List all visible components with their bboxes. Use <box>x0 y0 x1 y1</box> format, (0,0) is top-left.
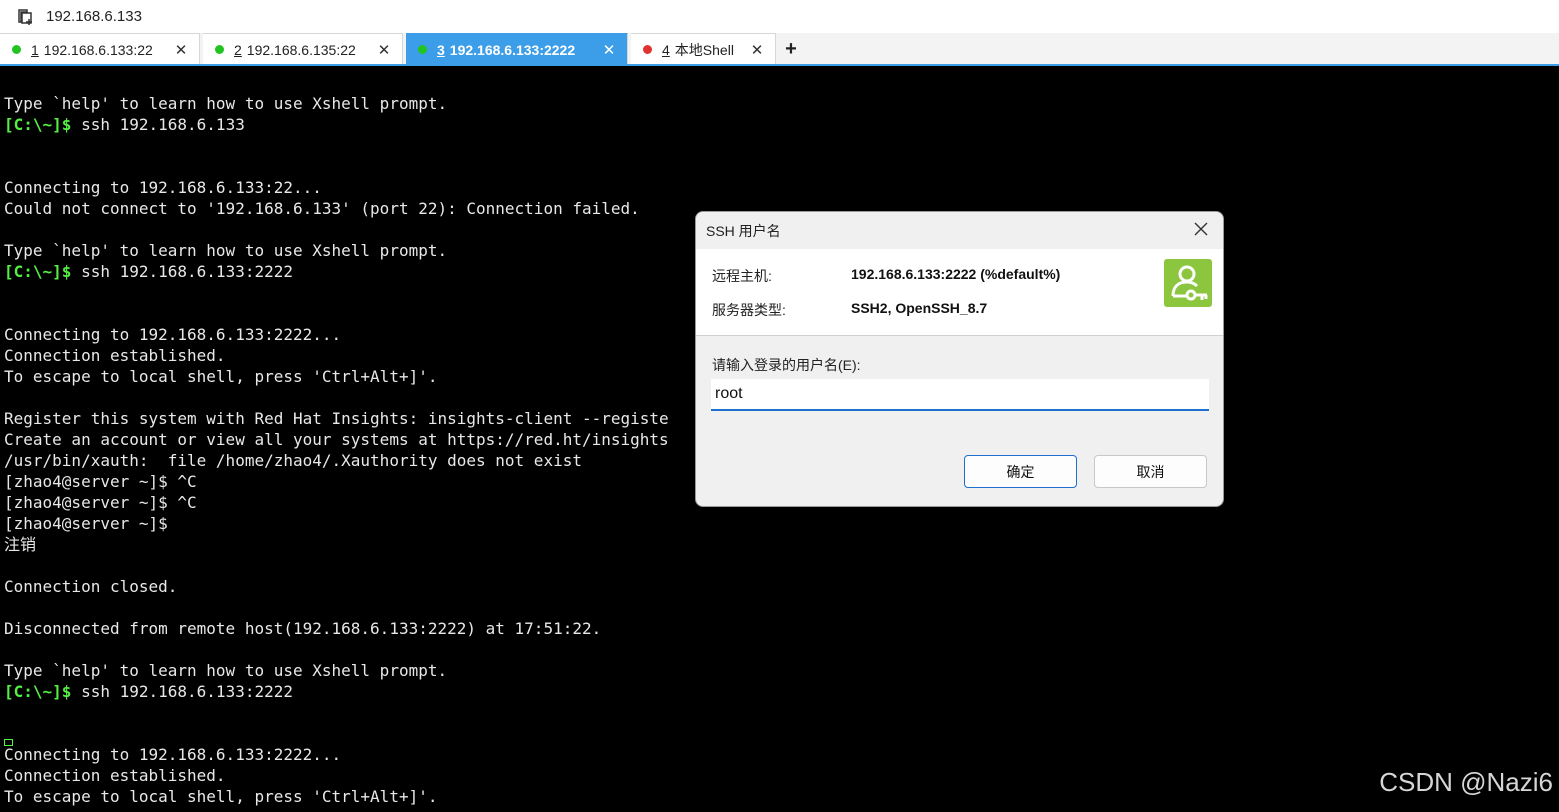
terminal-line: Connecting to 192.168.6.133:2222... <box>4 324 341 345</box>
terminal-line-text: ssh 192.168.6.133 <box>71 115 245 134</box>
terminal-line-text: Type `help' to learn how to use Xshell p… <box>4 661 448 680</box>
terminal-line-text: Register this system with Red Hat Insigh… <box>4 409 669 428</box>
dialog-title: SSH 用户名 <box>706 223 781 239</box>
terminal-line-text: Connection established. <box>4 766 226 785</box>
remote-host-value: 192.168.6.133:2222 (%default%) <box>851 266 1061 282</box>
terminal-line: [zhao4@server ~]$ ^C <box>4 471 197 492</box>
cancel-button[interactable]: 取消 <box>1094 455 1207 488</box>
terminal-line: Connection established. <box>4 765 226 786</box>
terminal-line-text: 注销 <box>4 535 37 554</box>
user-key-icon <box>1164 259 1212 307</box>
terminal-line: Type `help' to learn how to use Xshell p… <box>4 240 447 261</box>
terminal-line-text: Connection established. <box>4 346 226 365</box>
terminal-line: Register this system with Red Hat Insigh… <box>4 408 669 429</box>
connection-info-panel: 远程主机: 192.168.6.133:2222 (%default%) 服务器… <box>696 249 1223 336</box>
terminal-line-text: [zhao4@server ~]$ ^C <box>4 493 197 512</box>
username-input[interactable] <box>711 379 1209 411</box>
terminal-line: Disconnected from remote host(192.168.6.… <box>4 618 601 639</box>
connected-status-icon <box>418 45 427 54</box>
terminal-line-text: Connecting to 192.168.6.133:2222... <box>4 325 342 344</box>
terminal-line: [C:\~]$ ssh 192.168.6.133:2222 <box>4 261 293 282</box>
terminal-line-text: Disconnected from remote host(192.168.6.… <box>4 619 602 638</box>
terminal-line: Connection closed. <box>4 576 177 597</box>
terminal-line: Could not connect to '192.168.6.133' (po… <box>4 198 640 219</box>
shell-prompt: [C:\~]$ <box>4 115 72 134</box>
terminal-line-text: [zhao4@server ~]$ <box>4 514 168 533</box>
terminal-line-text: Create an account or view all your syste… <box>4 430 669 449</box>
new-session-icon[interactable] <box>16 8 34 26</box>
address-text[interactable]: 192.168.6.133 <box>46 8 142 25</box>
disconnected-status-icon <box>643 45 652 54</box>
terminal-line-text: /usr/bin/xauth: file /home/zhao4/.Xautho… <box>4 451 582 470</box>
terminal-line-text: To escape to local shell, press 'Ctrl+Al… <box>4 787 438 806</box>
address-bar: 192.168.6.133 <box>0 0 1559 33</box>
terminal-line-text: Could not connect to '192.168.6.133' (po… <box>4 199 640 218</box>
ssh-username-dialog: SSH 用户名 远程主机: 192.168.6.133:2222 (%defau… <box>695 211 1224 507</box>
terminal-line: To escape to local shell, press 'Ctrl+Al… <box>4 786 437 807</box>
terminal-line-text: [zhao4@server ~]$ ^C <box>4 472 197 491</box>
terminal-line: Connecting to 192.168.6.133:22... <box>4 177 322 198</box>
watermark: CSDN @Nazi6 <box>1379 767 1553 797</box>
shell-prompt: [C:\~]$ <box>4 262 72 281</box>
ok-button[interactable]: 确定 <box>964 455 1077 488</box>
tab-session-1[interactable]: 1 192.168.6.133:22 ✕ <box>0 33 200 65</box>
terminal-line-text: Connecting to 192.168.6.133:2222... <box>4 745 342 764</box>
tab-session-3-active[interactable]: 3 192.168.6.133:2222 ✕ <box>406 33 628 65</box>
remote-host-label: 远程主机: <box>712 268 772 284</box>
terminal-line-text: Connecting to 192.168.6.133:22... <box>4 178 322 197</box>
server-type-value: SSH2, OpenSSH_8.7 <box>851 300 988 316</box>
terminal-line: Create an account or view all your syste… <box>4 429 669 450</box>
terminal-line: [C:\~]$ ssh 192.168.6.133:2222 <box>4 681 293 702</box>
tab-label: 本地Shell <box>674 41 734 58</box>
add-tab-button[interactable]: + <box>776 33 806 65</box>
tab-number: 3 <box>437 41 445 58</box>
close-icon[interactable] <box>1189 217 1213 241</box>
terminal-line: 注销 <box>4 534 36 555</box>
terminal-line: To escape to local shell, press 'Ctrl+Al… <box>4 366 437 387</box>
terminal-line: [zhao4@server ~]$ ^C <box>4 492 197 513</box>
tab-bar: 1 192.168.6.133:22 ✕ 2 192.168.6.135:22 … <box>0 33 1559 65</box>
connected-status-icon <box>12 45 21 54</box>
terminal-cursor <box>4 739 13 746</box>
terminal-line: Connecting to 192.168.6.133:2222... <box>4 744 341 765</box>
connected-status-icon <box>215 45 224 54</box>
tab-number: 1 <box>31 41 39 58</box>
dialog-title-bar: SSH 用户名 <box>696 212 1223 249</box>
server-type-label: 服务器类型: <box>712 302 786 318</box>
terminal-line-text: ssh 192.168.6.133:2222 <box>71 682 293 701</box>
terminal-line: Type `help' to learn how to use Xshell p… <box>4 660 447 681</box>
terminal-line-text: To escape to local shell, press 'Ctrl+Al… <box>4 367 438 386</box>
close-icon[interactable]: ✕ <box>747 41 767 59</box>
terminal-line: Type `help' to learn how to use Xshell p… <box>4 93 447 114</box>
close-icon[interactable]: ✕ <box>171 41 191 59</box>
tab-label: 192.168.6.133:2222 <box>449 41 576 58</box>
terminal-line: [zhao4@server ~]$ <box>4 513 168 534</box>
tab-label: 192.168.6.135:22 <box>246 41 356 58</box>
terminal-line: Connection established. <box>4 345 226 366</box>
shell-prompt: [C:\~]$ <box>4 682 72 701</box>
close-icon[interactable]: ✕ <box>599 41 619 59</box>
terminal-line: [C:\~]$ ssh 192.168.6.133 <box>4 114 245 135</box>
tab-number: 4 <box>662 41 670 58</box>
tab-session-2[interactable]: 2 192.168.6.135:22 ✕ <box>203 33 403 65</box>
tab-label: 192.168.6.133:22 <box>43 41 153 58</box>
close-icon[interactable]: ✕ <box>374 41 394 59</box>
tab-number: 2 <box>234 41 242 58</box>
terminal-line-text: Type `help' to learn how to use Xshell p… <box>4 94 448 113</box>
terminal-line-text: ssh 192.168.6.133:2222 <box>71 262 293 281</box>
terminal-line: /usr/bin/xauth: file /home/zhao4/.Xautho… <box>4 450 582 471</box>
terminal-line-text: Connection closed. <box>4 577 178 596</box>
tab-local-shell[interactable]: 4 本地Shell ✕ <box>631 33 776 65</box>
username-prompt-label: 请输入登录的用户名(E): <box>712 357 861 373</box>
terminal-line-text: Type `help' to learn how to use Xshell p… <box>4 241 448 260</box>
